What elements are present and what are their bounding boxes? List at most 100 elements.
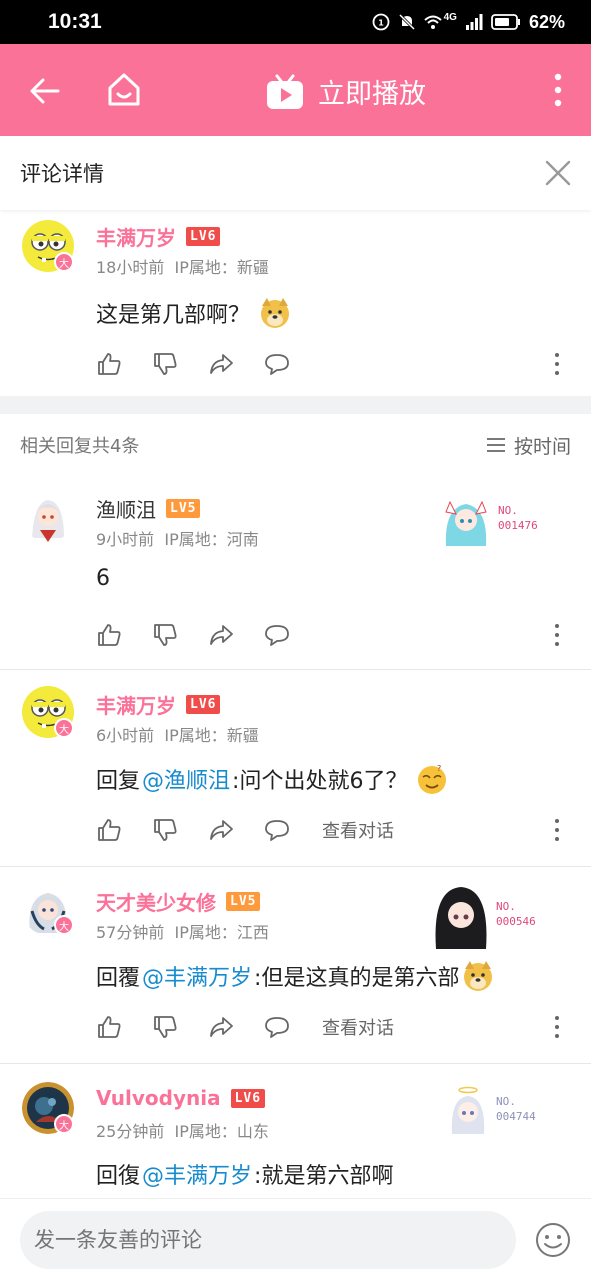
mention-link[interactable]: @丰满万岁 [142, 960, 252, 992]
fan-no-label: NO. [496, 900, 516, 913]
comment-text: 这是第几部啊？ [96, 296, 292, 330]
share-icon [210, 354, 233, 374]
comment-more-icon[interactable] [550, 622, 564, 648]
view-conversation-link[interactable]: 查看对话 [322, 817, 394, 843]
thumbs-up-icon [98, 353, 121, 375]
thumbs-up-icon [98, 624, 121, 646]
username[interactable]: 天才美少女修 [96, 887, 216, 916]
comment-user[interactable]: 渔顺沮 LV5 [96, 494, 201, 523]
dislike-button[interactable] [152, 817, 178, 843]
ip-label: IP属地： [164, 530, 227, 549]
dislike-button[interactable] [152, 351, 178, 377]
reply-comment: 渔顺沮 LV5 9小时前 IP属地：河南 NO. 001476 6 [0, 476, 591, 670]
replies-header: 相关回复共4条 按时间 [0, 414, 591, 476]
network-type: 4G [443, 11, 457, 23]
comment-user[interactable]: 丰满万岁 LV6 [96, 690, 221, 719]
back-arrow-icon[interactable] [28, 74, 62, 108]
fan-no-value: 001476 [498, 519, 538, 532]
fan-badge: NO. 000546 [430, 879, 536, 949]
thumbs-up-icon [98, 1016, 121, 1038]
home-icon[interactable] [104, 70, 144, 110]
play-now-button[interactable]: 立即播放 [266, 72, 426, 111]
section-divider [0, 396, 591, 414]
like-button[interactable] [96, 622, 122, 648]
share-button[interactable] [208, 1014, 234, 1040]
more-menu-icon[interactable] [548, 72, 568, 108]
reply-button[interactable] [264, 817, 290, 843]
vip-badge: 大 [54, 252, 74, 272]
sort-by-time-button[interactable]: 按时间 [486, 432, 571, 459]
doge-emoji-icon [464, 961, 493, 991]
close-icon[interactable] [545, 160, 571, 186]
comment-actions: 查看对话 [96, 1014, 394, 1040]
thumbs-down-icon [154, 819, 177, 841]
comment-actions: 查看对话 [96, 817, 394, 843]
comment-text: 回復 @丰满万岁 :就是第六部啊 [96, 1158, 393, 1190]
status-icons: 1 4G 62% [372, 12, 565, 33]
comment-more-icon[interactable] [550, 351, 564, 377]
reply-comment: 大 丰满万岁 LV6 6小时前 IP属地：新疆 回复 @渔顺沮 :问个出处就6了… [0, 670, 591, 866]
top-bar: 立即播放 [0, 44, 591, 136]
speech-bubble-icon [265, 1017, 289, 1038]
view-conversation-link[interactable]: 查看对话 [322, 1014, 394, 1040]
username[interactable]: 渔顺沮 [96, 494, 156, 523]
speech-bubble-icon [265, 625, 289, 646]
reply-button[interactable] [264, 622, 290, 648]
comment-body: :问个出处就6了？ [232, 769, 408, 794]
username[interactable]: 丰满万岁 [96, 222, 176, 251]
comment-body: :但是这真的是第六部 [254, 966, 460, 991]
comment-meta: 57分钟前 IP属地：江西 [96, 919, 269, 943]
comment-more-icon[interactable] [550, 1014, 564, 1040]
mention-link[interactable]: @丰满万岁 [142, 1158, 252, 1190]
vip-badge: 大 [54, 718, 74, 738]
level-badge: LV5 [226, 892, 261, 911]
ip-label: IP属地： [174, 1122, 237, 1141]
thumbs-down-icon [154, 1016, 177, 1038]
fan-no-value: 000546 [496, 915, 536, 928]
reply-comment: 大 天才美少女修 LV5 57分钟前 IP属地：江西 NO. 000546 回覆… [0, 867, 591, 1063]
svg-text:?: ? [437, 764, 441, 773]
thumbs-down-icon [154, 624, 177, 646]
vip-badge: 大 [54, 915, 74, 935]
comment-user[interactable]: 天才美少女修 LV5 [96, 887, 261, 916]
mention-link[interactable]: @渔顺沮 [142, 763, 230, 795]
speech-bubble-icon [265, 354, 289, 375]
comment-detail-title: 评论详情 [20, 162, 104, 186]
level-badge: LV6 [230, 1088, 266, 1108]
ip-location: 山东 [236, 1122, 269, 1141]
reply-button[interactable] [264, 351, 290, 377]
username[interactable]: Vulvodynia [96, 1086, 221, 1110]
comment-user[interactable]: Vulvodynia LV6 [96, 1086, 266, 1110]
comment-time: 6小时前 [96, 726, 155, 745]
comment-user[interactable]: 丰满万岁 LV6 [96, 222, 221, 251]
fan-number: NO. 000546 [496, 899, 536, 929]
emoji-picker-icon[interactable] [534, 1221, 572, 1259]
fan-no-label: NO. [498, 504, 518, 517]
avatar[interactable] [22, 490, 74, 542]
fan-card-avatar-icon [444, 1084, 492, 1134]
share-button[interactable] [208, 351, 234, 377]
comment-meta: 18小时前 IP属地：新疆 [96, 254, 269, 278]
like-button[interactable] [96, 1014, 122, 1040]
comment-list[interactable]: 大 丰满万岁 LV6 18小时前 IP属地：新疆 这是第几部啊？ 相关回复共4条… [0, 210, 591, 1198]
like-button[interactable] [96, 351, 122, 377]
svg-text:1: 1 [378, 19, 384, 28]
comment-detail-header: 评论详情 [0, 136, 591, 210]
mute-icon [398, 13, 415, 31]
share-button[interactable] [208, 817, 234, 843]
username[interactable]: 丰满万岁 [96, 690, 176, 719]
dislike-button[interactable] [152, 622, 178, 648]
comment-meta: 6小时前 IP属地：新疆 [96, 722, 259, 746]
comment-more-icon[interactable] [550, 817, 564, 843]
fan-card-avatar-icon [438, 490, 494, 546]
share-button[interactable] [208, 622, 234, 648]
comment-input[interactable] [20, 1211, 516, 1269]
reply-prefix: 回复 [96, 769, 141, 794]
comment-time: 9小时前 [96, 530, 155, 549]
comment-meta: 25分钟前 IP属地：山东 [96, 1118, 269, 1142]
reply-button[interactable] [264, 1014, 290, 1040]
ip-label: IP属地： [174, 923, 237, 942]
share-icon [210, 1017, 233, 1037]
like-button[interactable] [96, 817, 122, 843]
dislike-button[interactable] [152, 1014, 178, 1040]
